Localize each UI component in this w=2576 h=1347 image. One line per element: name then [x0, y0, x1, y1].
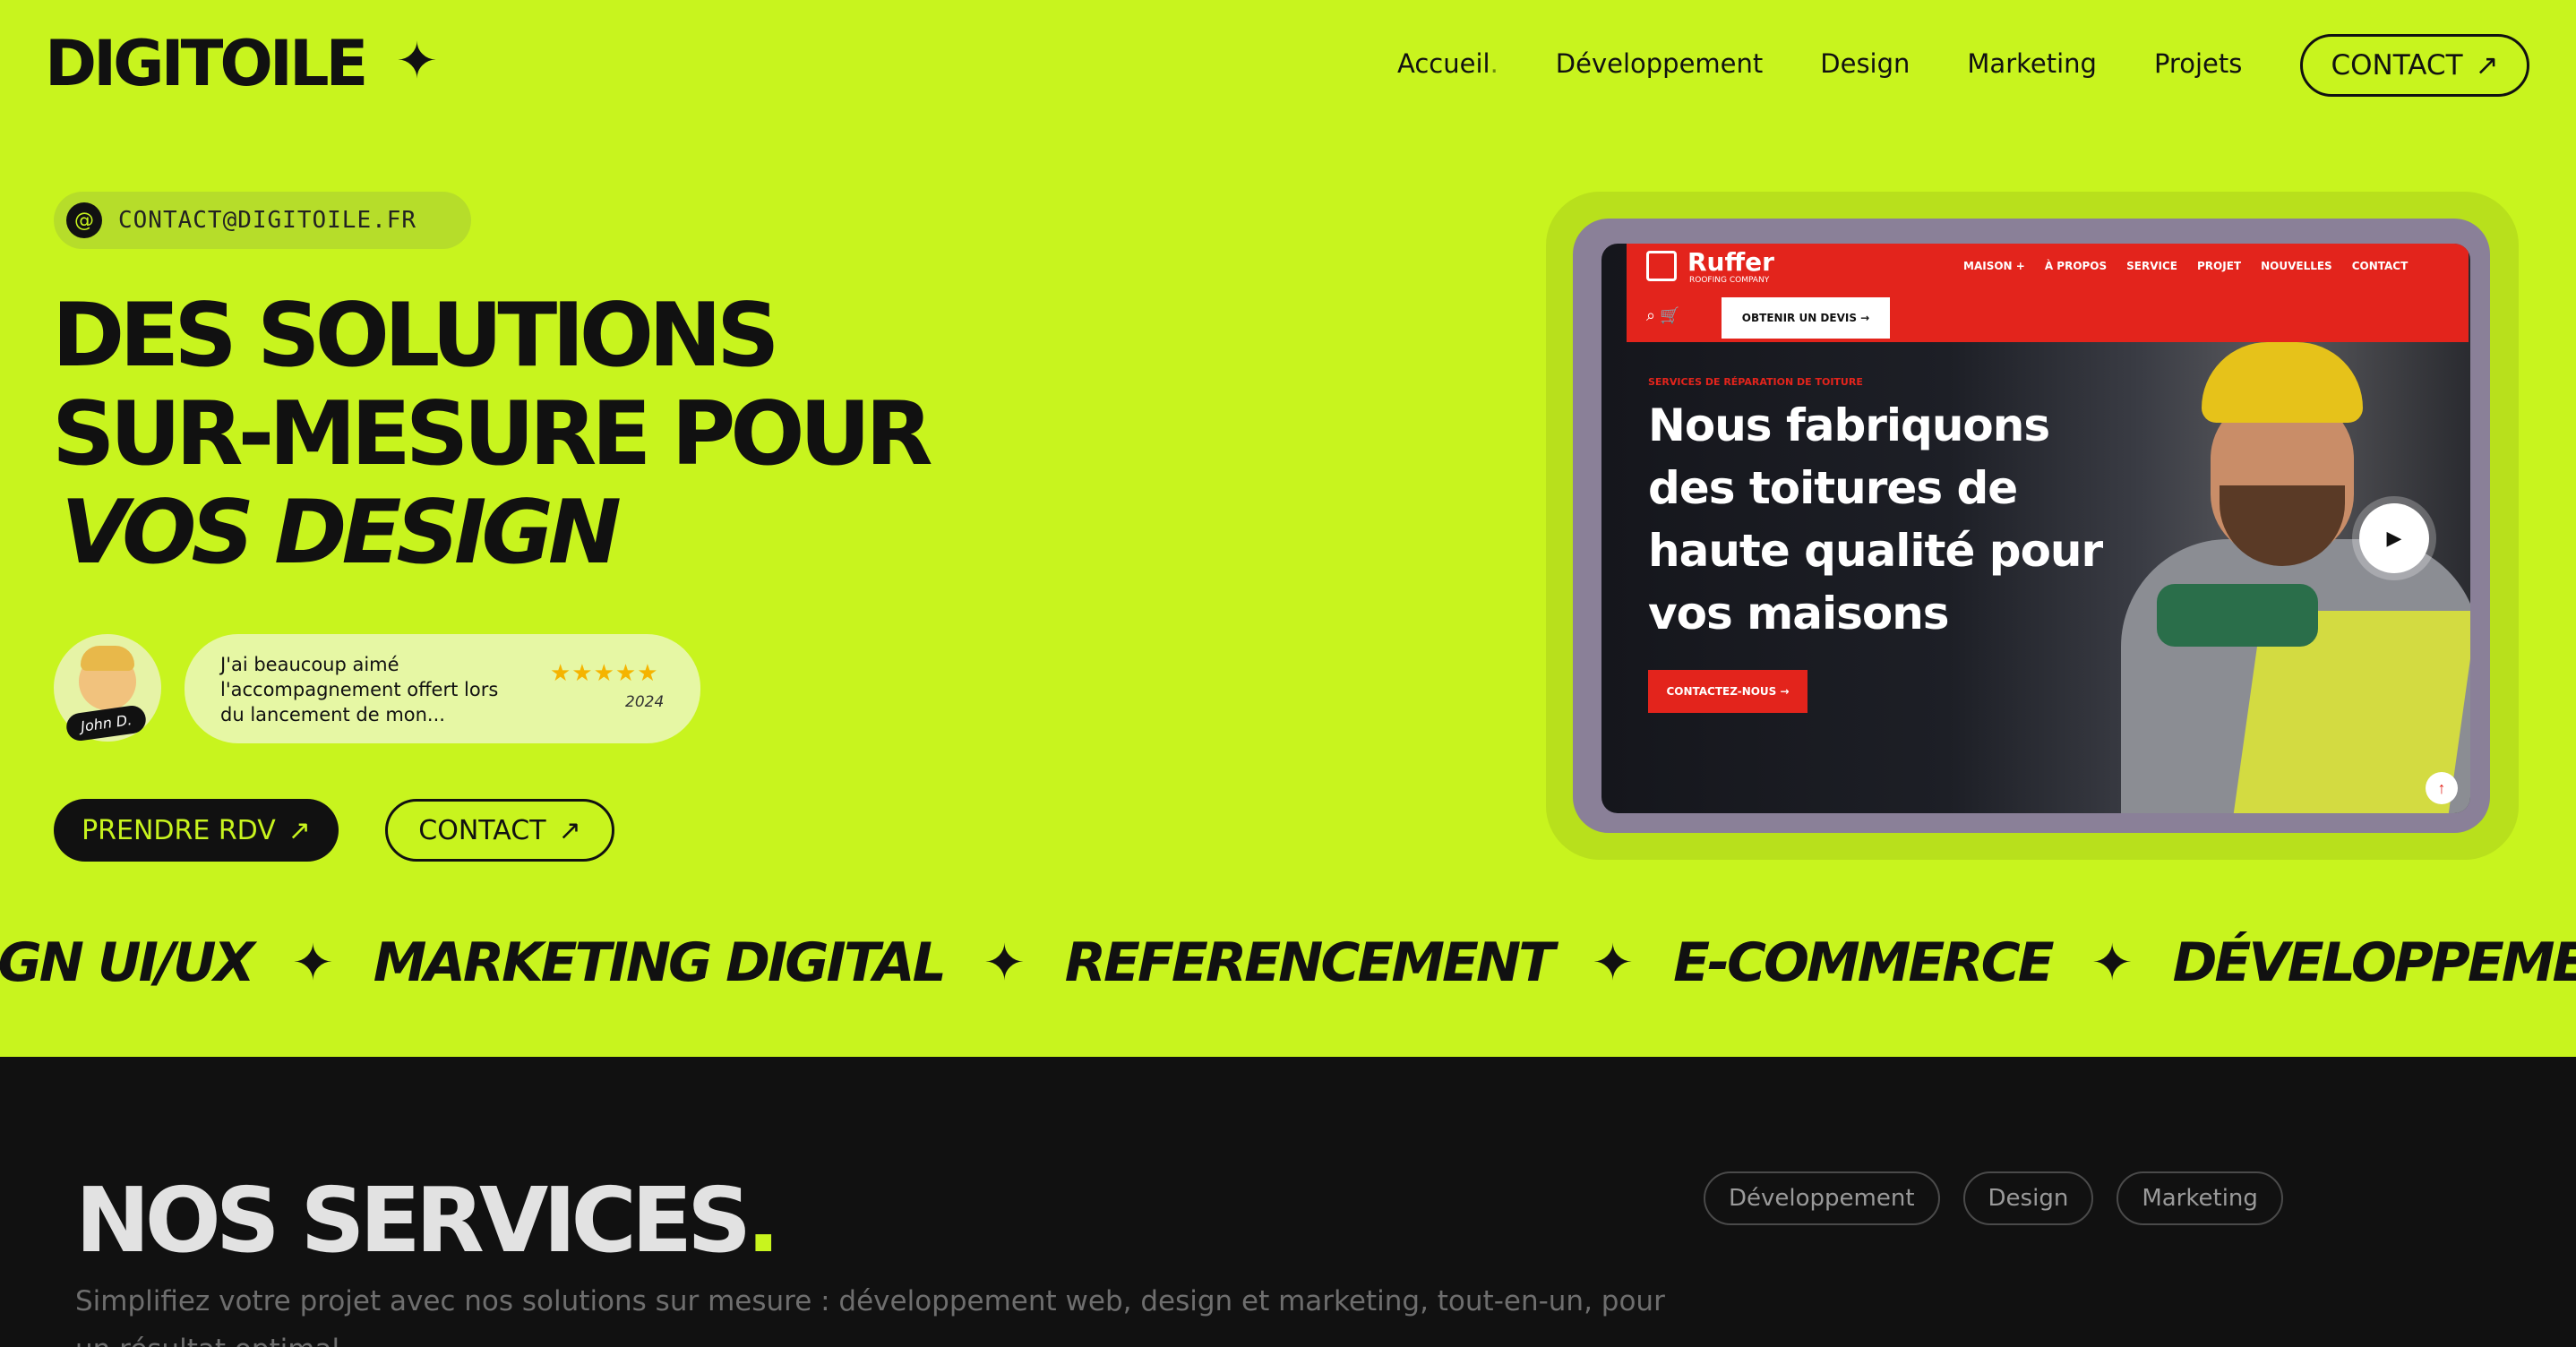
review-card: J'ai beaucoup aimé l'accompagnement offe… [185, 634, 700, 743]
review-text: J'ai beaucoup aimé l'accompagnement offe… [220, 654, 499, 725]
tag-design[interactable]: Design [1962, 1171, 2094, 1225]
services-marquee: ESIGN UI/UX ✦ MARKETING DIGITAL ✦ REFERE… [0, 931, 2576, 1012]
main-nav: Accueil. Développement Design Marketing … [1397, 45, 2299, 82]
sparkle-icon: ✦ [291, 934, 334, 991]
mock-menu-item: CONTACT [2351, 260, 2409, 272]
house-icon [1646, 251, 1677, 281]
scroll-up-icon[interactable]: ↑ [2426, 772, 2458, 804]
nav-design[interactable]: Design [1820, 45, 1910, 82]
sparkle-icon: ✦ [396, 32, 438, 89]
mock-kicker: SERVICES DE RÉPARATION DE TOITURE [1648, 376, 1863, 388]
mock-menu-item: SERVICE [2126, 260, 2177, 272]
sparkle-icon: ✦ [1592, 934, 1635, 991]
search-cart-icon: ⌕ 🛒 [1646, 306, 1680, 324]
worker-image [2103, 342, 2470, 813]
nav-projets[interactable]: Projets [2154, 45, 2242, 82]
mock-heading: Nous fabriquons des toitures de haute qu… [1648, 399, 2103, 639]
mock-site-nav: Ruffer ROOFING COMPANY MAISON + À PROPOS… [1627, 244, 2469, 342]
mock-cta-button: CONTACTEZ-NOUS → [1648, 670, 1807, 713]
nav-accueil[interactable]: Accueil. [1397, 45, 1498, 82]
tag-developpement[interactable]: Développement [1704, 1171, 1940, 1225]
play-icon[interactable]: ▶ [2359, 503, 2429, 573]
star-rating-icon: ★★★★★ [550, 659, 659, 686]
arrow-up-right-icon: ↗ [2475, 49, 2499, 82]
sparkle-icon: ✦ [2091, 934, 2134, 991]
email-pill[interactable]: @ CONTACT@DIGITOILE.FR [54, 192, 471, 249]
mock-menu-item: À PROPOS [2044, 260, 2108, 272]
services-section: NOS SERVICES. Simplifiez votre projet av… [0, 1057, 2576, 1347]
nav-marketing[interactable]: Marketing [1967, 45, 2097, 82]
mock-quote-button: OBTENIR UN DEVIS → [1722, 297, 1890, 339]
logo[interactable]: DIGITOILE [45, 27, 368, 100]
project-showcase: Ruffer ROOFING COMPANY MAISON + À PROPOS… [1546, 192, 2519, 860]
prendre-rdv-button[interactable]: PRENDRE RDV ↗ [54, 799, 339, 862]
hero-title-line3: VOS DESIGN [61, 482, 622, 584]
marquee-item: DÉVELOPPEMEN [2172, 931, 2576, 994]
mock-site-logo-sub: ROOFING COMPANY [1689, 276, 1770, 285]
marquee-item: ESIGN UI/UX [0, 931, 255, 994]
services-title: NOS SERVICES. [75, 1168, 780, 1273]
mock-menu-item: MAISON + [1963, 260, 2025, 272]
hero-title: DES SOLUTIONS SUR-MESURE POUR VOS DESIGN [52, 285, 933, 584]
review-year: 2024 [625, 693, 665, 711]
contact-label: CONTACT [2331, 49, 2463, 82]
mock-site-menu: MAISON + À PROPOS SERVICE PROJET NOUVELL… [1963, 260, 2408, 272]
mock-menu-item: PROJET [2197, 260, 2242, 272]
services-tags: Développement Design Marketing [1704, 1171, 2283, 1225]
mock-menu-item: NOUVELLES [2261, 260, 2332, 272]
hero-contact-label: CONTACT [418, 814, 546, 846]
header-contact-button[interactable]: CONTACT ↗ [2300, 34, 2529, 97]
mock-site-logo: Ruffer [1687, 247, 1774, 277]
marquee-item: MARKETING DIGITAL [373, 931, 947, 994]
nav-developpement[interactable]: Développement [1556, 45, 1763, 82]
sparkle-icon: ✦ [983, 934, 1026, 991]
hero-contact-button[interactable]: CONTACT ↗ [385, 799, 614, 862]
showcase-screen[interactable]: Ruffer ROOFING COMPANY MAISON + À PROPOS… [1601, 244, 2470, 813]
services-description: Simplifiez votre projet avec nos solutio… [75, 1285, 1665, 1347]
prendre-rdv-label: PRENDRE RDV [82, 814, 276, 846]
email-text: CONTACT@DIGITOILE.FR [118, 207, 417, 234]
avatar-face-icon [79, 646, 136, 710]
tag-marketing[interactable]: Marketing [2117, 1171, 2283, 1225]
site-header: DIGITOILE ✦ Accueil. Développement Desig… [0, 0, 2576, 134]
marquee-item: REFERENCEMENT [1064, 931, 1555, 994]
showcase-frame: Ruffer ROOFING COMPANY MAISON + À PROPOS… [1573, 219, 2490, 833]
hero-title-line1: DES SOLUTIONS [52, 285, 780, 387]
at-icon: @ [66, 202, 102, 238]
arrow-up-right-icon: ↗ [288, 814, 311, 846]
arrow-up-right-icon: ↗ [558, 814, 581, 846]
hero-title-line2: SUR-MESURE POUR [52, 383, 933, 485]
marquee-item: E-COMMERCE [1673, 931, 2055, 994]
